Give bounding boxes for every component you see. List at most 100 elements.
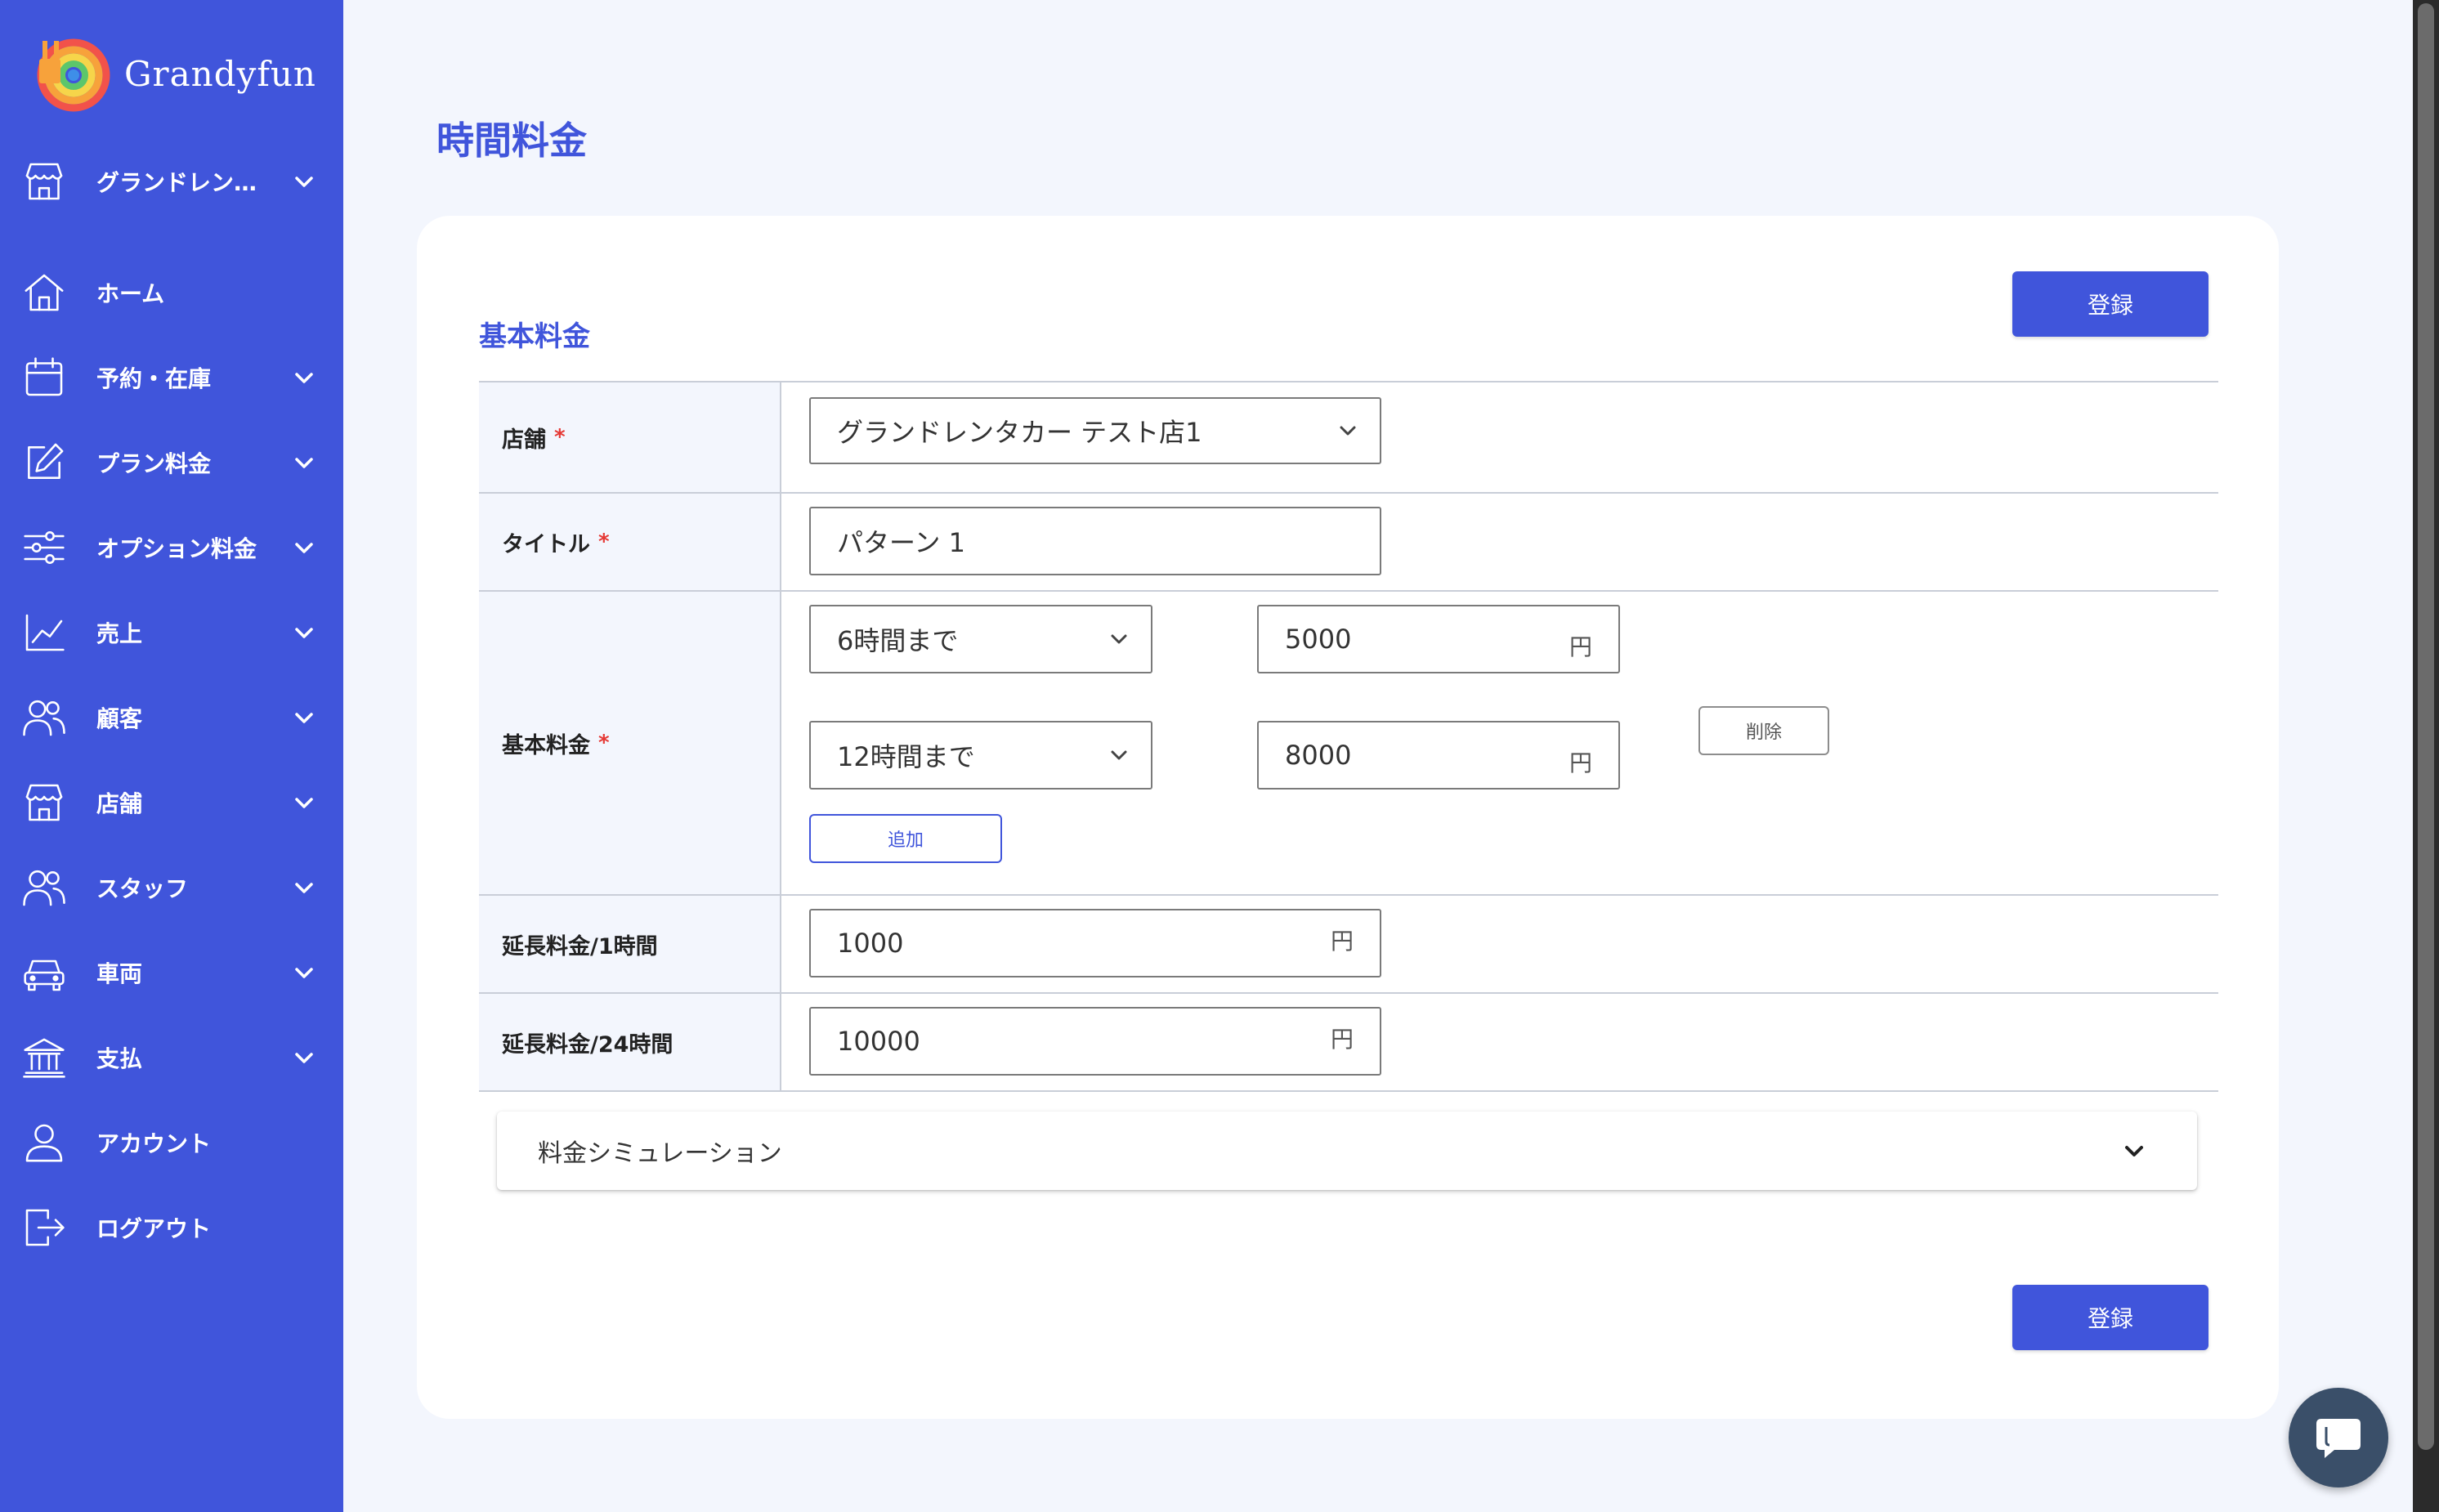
sidebar-item-home[interactable]: ホーム bbox=[0, 260, 343, 325]
duration-value: 6時間まで bbox=[837, 625, 959, 656]
base-fee-label: 基本料金 * bbox=[479, 592, 781, 894]
required-mark: * bbox=[598, 530, 610, 554]
row-base-fee: 基本料金 * 6時間まで 5000 円 12時間まで 8000 円 削除 追加 bbox=[479, 592, 2218, 896]
sidebar-item-store-selector[interactable]: グランドレン… bbox=[0, 149, 343, 214]
extension-24h-label: 延長料金/24時間 bbox=[479, 994, 781, 1090]
sidebar-item-label: 車両 bbox=[96, 960, 143, 987]
bank-icon bbox=[21, 1035, 67, 1080]
scrollbar-thumb[interactable] bbox=[2418, 3, 2434, 1450]
yen-unit: 円 bbox=[1569, 633, 1592, 660]
brand[interactable]: Grandyfun bbox=[33, 33, 316, 114]
sidebar-item-logout[interactable]: ログアウト bbox=[0, 1195, 343, 1260]
chevron-down-icon bbox=[1105, 741, 1133, 769]
sidebar-item-label: 支払 bbox=[96, 1045, 143, 1072]
add-button[interactable]: 追加 bbox=[809, 814, 1002, 863]
sidebar-item-sales[interactable]: 売上 bbox=[0, 600, 343, 665]
sidebar-item-label: オプション料金 bbox=[96, 535, 257, 562]
sidebar-item-label: 店舗 bbox=[96, 790, 143, 817]
chevron-down-icon bbox=[289, 618, 319, 647]
calendar-icon bbox=[21, 355, 67, 400]
brand-name: Grandyfun bbox=[124, 53, 316, 94]
sidebar-item-account[interactable]: アカウント bbox=[0, 1110, 343, 1175]
sidebar-item-label: スタッフ bbox=[96, 875, 189, 902]
chevron-down-icon bbox=[289, 363, 319, 392]
users-icon bbox=[21, 695, 67, 740]
submit-button-bottom[interactable]: 登録 bbox=[2012, 1285, 2209, 1350]
store-label-text: 店舗 bbox=[502, 427, 546, 453]
chevron-down-icon bbox=[289, 167, 319, 196]
price-value: 5000 bbox=[1285, 624, 1352, 655]
users-icon bbox=[21, 865, 67, 910]
sidebar-item-label: 顧客 bbox=[96, 705, 143, 732]
extension-1h-input[interactable]: 1000 円 bbox=[809, 909, 1381, 977]
sidebar-item-staff[interactable]: スタッフ bbox=[0, 855, 343, 920]
title-label: タイトル * bbox=[479, 494, 781, 590]
sidebar-item-option-price[interactable]: オプション料金 bbox=[0, 515, 343, 580]
yen-unit: 円 bbox=[1569, 749, 1592, 776]
sidebar-item-customers[interactable]: 顧客 bbox=[0, 685, 343, 750]
row-title: タイトル * パターン 1 bbox=[479, 494, 2218, 592]
price-simulation-accordion[interactable]: 料金シミュレーション bbox=[497, 1112, 2197, 1190]
yen-unit: 円 bbox=[1330, 928, 1354, 955]
title-label-text: タイトル bbox=[502, 531, 590, 557]
sliders-icon bbox=[21, 525, 67, 570]
page-title: 時間料金 bbox=[436, 119, 587, 163]
chevron-down-icon bbox=[289, 788, 319, 817]
section-title: 基本料金 bbox=[479, 320, 590, 353]
car-icon bbox=[21, 950, 67, 995]
sidebar-item-label: ホーム bbox=[96, 280, 165, 307]
price-value: 8000 bbox=[1285, 740, 1352, 771]
base-fee-label-text: 基本料金 bbox=[502, 732, 590, 758]
extension-24h-input[interactable]: 10000 円 bbox=[809, 1007, 1381, 1076]
chevron-down-icon bbox=[289, 533, 319, 562]
chevron-down-icon bbox=[1334, 417, 1362, 445]
price-input-1[interactable]: 5000 円 bbox=[1257, 605, 1620, 673]
chevron-down-icon bbox=[289, 873, 319, 902]
store-icon bbox=[21, 159, 67, 204]
sidebar-item-label: 予約・在庫 bbox=[96, 365, 212, 392]
chat-button[interactable] bbox=[2289, 1388, 2388, 1487]
row-extension-1h: 延長料金/1時間 1000 円 bbox=[479, 896, 2218, 994]
row-store: 店舗 * グランドレンタカー テスト店1 bbox=[479, 382, 2218, 494]
sidebar-item-payment[interactable]: 支払 bbox=[0, 1025, 343, 1090]
extension-1h-value: 1000 bbox=[837, 928, 904, 959]
chevron-down-icon bbox=[289, 958, 319, 987]
row-extension-24h: 延長料金/24時間 10000 円 bbox=[479, 994, 2218, 1092]
sidebar-item-label: 売上 bbox=[96, 620, 143, 647]
duration-select-2[interactable]: 12時間まで bbox=[809, 721, 1152, 790]
form-table: 店舗 * グランドレンタカー テスト店1 タイトル * パターン 1 基本料金 * 6… bbox=[479, 381, 2218, 1092]
user-icon bbox=[21, 1120, 67, 1165]
submit-button-top[interactable]: 登録 bbox=[2012, 271, 2209, 337]
store-select-value: グランドレンタカー テスト店1 bbox=[837, 417, 1202, 448]
duration-select-1[interactable]: 6時間まで bbox=[809, 605, 1152, 673]
chevron-down-icon bbox=[289, 448, 319, 477]
store-icon bbox=[21, 780, 67, 825]
sidebar-item-stores[interactable]: 店舗 bbox=[0, 770, 343, 835]
chevron-down-icon bbox=[2119, 1135, 2150, 1166]
accordion-label: 料金シミュレーション bbox=[538, 1139, 782, 1168]
chevron-down-icon bbox=[289, 703, 319, 732]
sidebar-item-label: ログアウト bbox=[96, 1215, 212, 1242]
grandyfun-logo bbox=[37, 38, 110, 112]
sidebar: Grandyfun グランドレン… ホーム 予約・在庫 プラン料金 オプション料… bbox=[0, 0, 343, 1512]
form-card: 登録 基本料金 店舗 * グランドレンタカー テスト店1 タイトル * パターン 1 bbox=[417, 216, 2279, 1419]
extension-1h-label: 延長料金/1時間 bbox=[479, 896, 781, 992]
chevron-down-icon bbox=[1105, 625, 1133, 653]
required-mark: * bbox=[598, 731, 610, 755]
store-label: 店舗 * bbox=[479, 382, 781, 492]
chart-line-icon bbox=[21, 610, 67, 655]
sidebar-item-label: プラン料金 bbox=[96, 450, 212, 477]
home-icon bbox=[21, 270, 67, 315]
title-input[interactable]: パターン 1 bbox=[809, 507, 1381, 575]
sidebar-item-plan-price[interactable]: プラン料金 bbox=[0, 430, 343, 495]
title-input-value: パターン 1 bbox=[837, 527, 965, 558]
store-select[interactable]: グランドレンタカー テスト店1 bbox=[809, 397, 1381, 464]
duration-value: 12時間まで bbox=[837, 741, 975, 772]
sidebar-item-label: グランドレン… bbox=[96, 169, 257, 196]
chat-bubble-icon bbox=[2316, 1419, 2361, 1458]
price-input-2[interactable]: 8000 円 bbox=[1257, 721, 1620, 790]
sidebar-item-reservation[interactable]: 予約・在庫 bbox=[0, 345, 343, 410]
delete-button[interactable]: 削除 bbox=[1698, 706, 1829, 755]
sidebar-item-label: アカウント bbox=[96, 1130, 212, 1157]
sidebar-item-vehicles[interactable]: 車両 bbox=[0, 940, 343, 1005]
